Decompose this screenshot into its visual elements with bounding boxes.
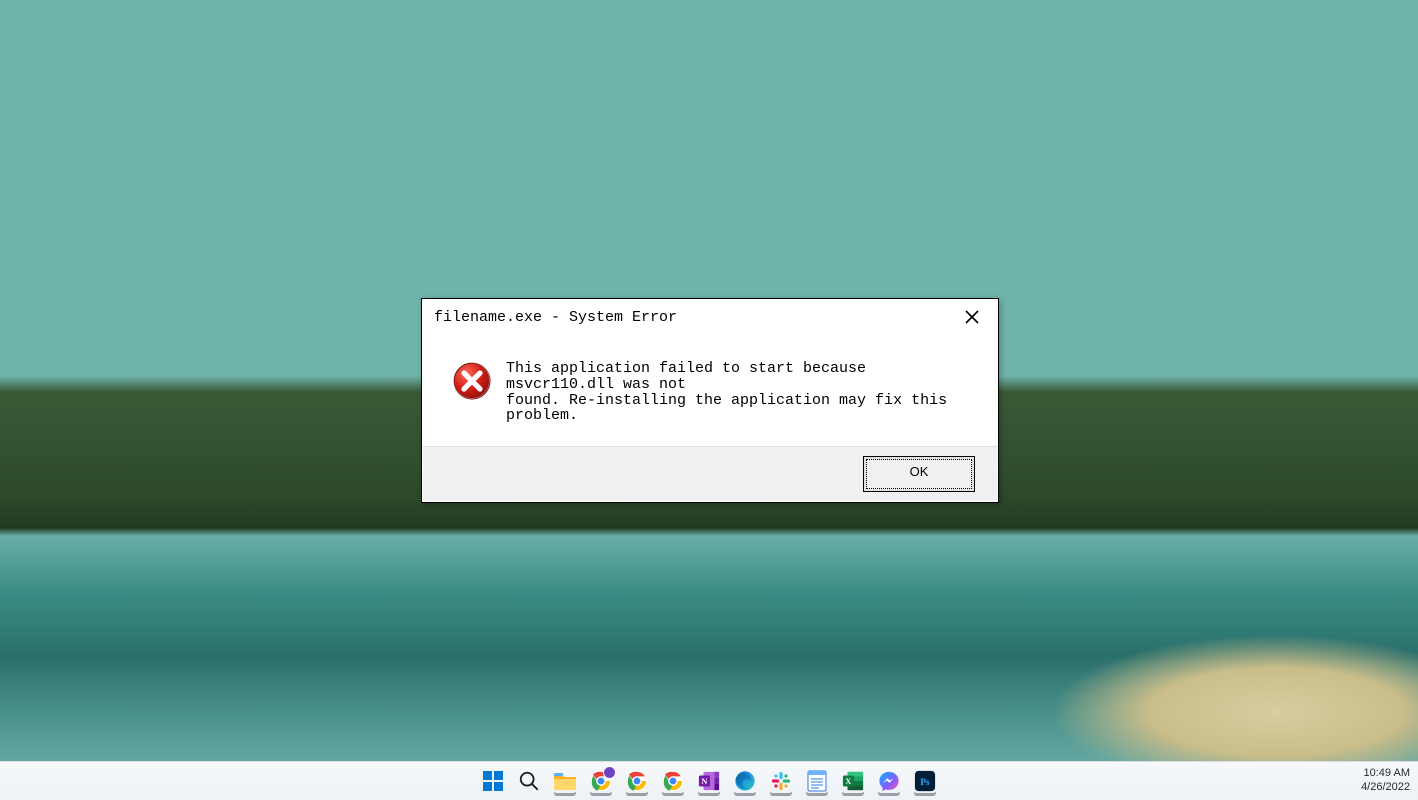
taskbar-center: N X Ps: [481, 762, 937, 800]
notepad-icon: [807, 770, 827, 792]
close-button[interactable]: [956, 303, 988, 331]
chrome-icon: [662, 770, 684, 792]
notepad-button[interactable]: [805, 769, 829, 793]
chrome-button-1[interactable]: [589, 769, 613, 793]
svg-text:Ps: Ps: [920, 777, 930, 787]
clock-time: 10:49 AM: [1364, 767, 1410, 781]
system-tray[interactable]: 10:49 AM 4/26/2022: [1361, 762, 1410, 800]
photoshop-icon: Ps: [914, 770, 936, 792]
messenger-button[interactable]: [877, 769, 901, 793]
clock-date: 4/26/2022: [1361, 781, 1410, 795]
chrome-icon: [626, 770, 648, 792]
chrome-button-3[interactable]: [661, 769, 685, 793]
system-error-dialog: filename.exe - System Error This applica…: [421, 298, 999, 503]
edge-icon: [734, 770, 756, 792]
svg-text:N: N: [701, 777, 707, 786]
dialog-footer: OK: [423, 446, 997, 501]
messenger-icon: [878, 770, 900, 792]
dialog-message: This application failed to start because…: [506, 361, 968, 424]
profile-badge-icon: [603, 766, 616, 779]
photoshop-button[interactable]: Ps: [913, 769, 937, 793]
dialog-title: filename.exe - System Error: [434, 309, 677, 326]
onenote-button[interactable]: N: [697, 769, 721, 793]
onenote-icon: N: [698, 770, 720, 792]
dialog-body: This application failed to start because…: [422, 335, 998, 434]
excel-button[interactable]: X: [841, 769, 865, 793]
ok-button[interactable]: OK: [863, 456, 975, 492]
search-icon: [518, 770, 540, 792]
folder-icon: [553, 771, 577, 791]
close-icon: [964, 309, 980, 325]
chrome-button-2[interactable]: [625, 769, 649, 793]
edge-button[interactable]: [733, 769, 757, 793]
taskbar: N X Ps 10:49 AM 4/26/2022: [0, 761, 1418, 800]
excel-icon: X: [842, 770, 864, 792]
slack-button[interactable]: [769, 769, 793, 793]
dialog-titlebar[interactable]: filename.exe - System Error: [422, 299, 998, 335]
slack-icon: [771, 771, 791, 791]
error-icon: [452, 361, 492, 401]
start-button[interactable]: [481, 769, 505, 793]
svg-text:X: X: [845, 777, 851, 786]
file-explorer-button[interactable]: [553, 769, 577, 793]
search-button[interactable]: [517, 769, 541, 793]
windows-logo-icon: [483, 771, 503, 791]
